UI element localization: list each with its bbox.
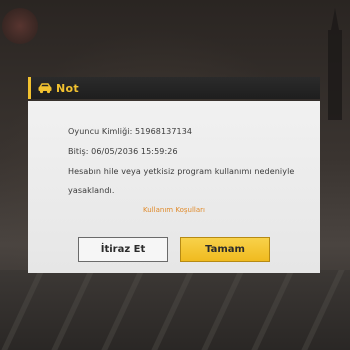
- background-tower: [328, 8, 342, 120]
- ban-end-date-text: Bitiş: 06/05/2036 15:59:26: [68, 147, 178, 156]
- background-ground: [0, 270, 350, 350]
- background-moon: [2, 8, 38, 44]
- ban-reason-text-line-1: Hesabın hile veya yetkisiz program kulla…: [68, 167, 295, 176]
- ban-reason-text-line-2: yasaklandı.: [68, 186, 115, 195]
- dialog-body: Oyuncu Kimliği: 51968137134 Bitiş: 06/05…: [28, 101, 320, 273]
- player-id-text: Oyuncu Kimliği: 51968137134: [68, 127, 193, 136]
- car-icon: [37, 82, 53, 94]
- ban-notice-dialog: Not Oyuncu Kimliği: 51968137134 Bitiş: 0…: [28, 77, 320, 273]
- ok-button[interactable]: Tamam: [180, 237, 270, 262]
- dialog-title: Not: [56, 81, 79, 95]
- terms-of-use-link[interactable]: Kullanım Koşulları: [28, 206, 320, 214]
- dialog-header: Not: [28, 77, 320, 99]
- appeal-button[interactable]: İtiraz Et: [78, 237, 168, 262]
